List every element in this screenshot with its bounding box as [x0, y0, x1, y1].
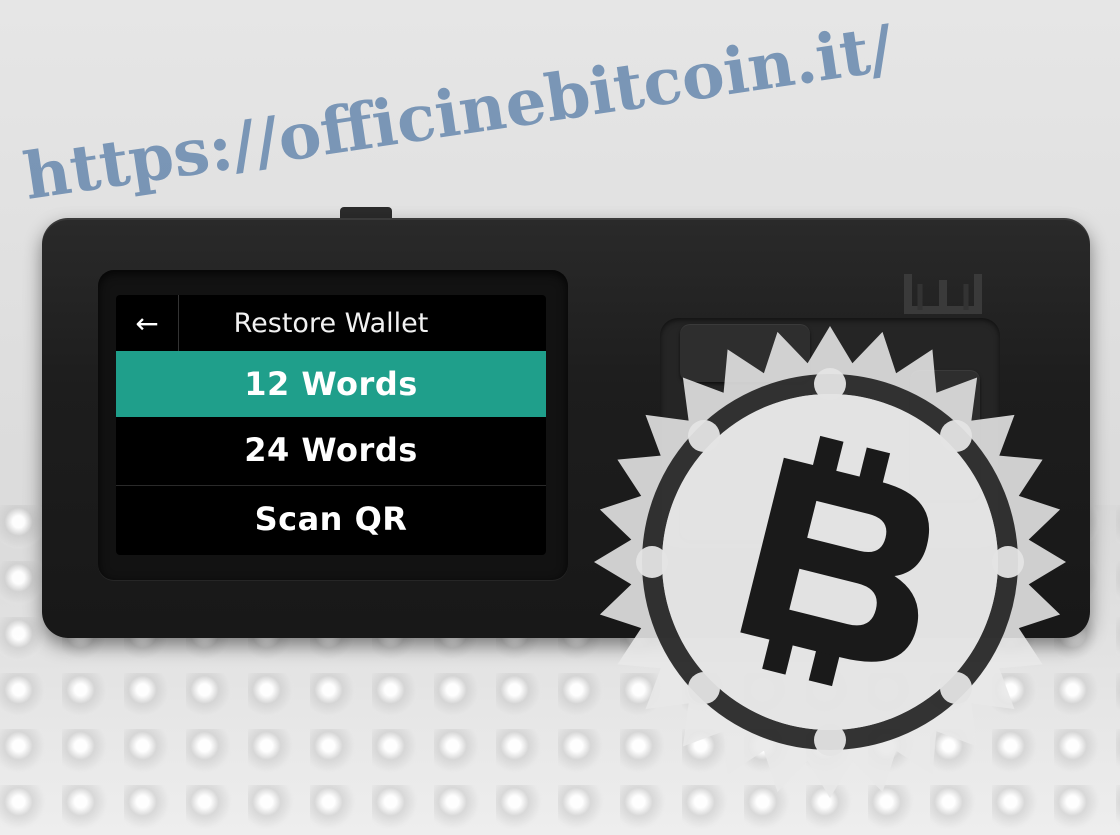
screen-title: Restore Wallet — [233, 307, 429, 339]
menu-item-24-words[interactable]: 24 Words — [116, 417, 546, 483]
menu-item-scan-qr[interactable]: Scan QR — [116, 485, 546, 552]
menu-item-12-words[interactable]: 12 Words — [116, 351, 546, 417]
bitcoin-seal-icon — [594, 326, 1066, 798]
watermark-url: https://officinebitcoin.it/ — [18, 11, 898, 215]
screen-header: ← Restore Wallet — [116, 295, 546, 351]
device-screen: ← Restore Wallet 12 Words 24 Words Scan … — [116, 295, 546, 555]
back-arrow-icon[interactable]: ← — [116, 295, 179, 351]
